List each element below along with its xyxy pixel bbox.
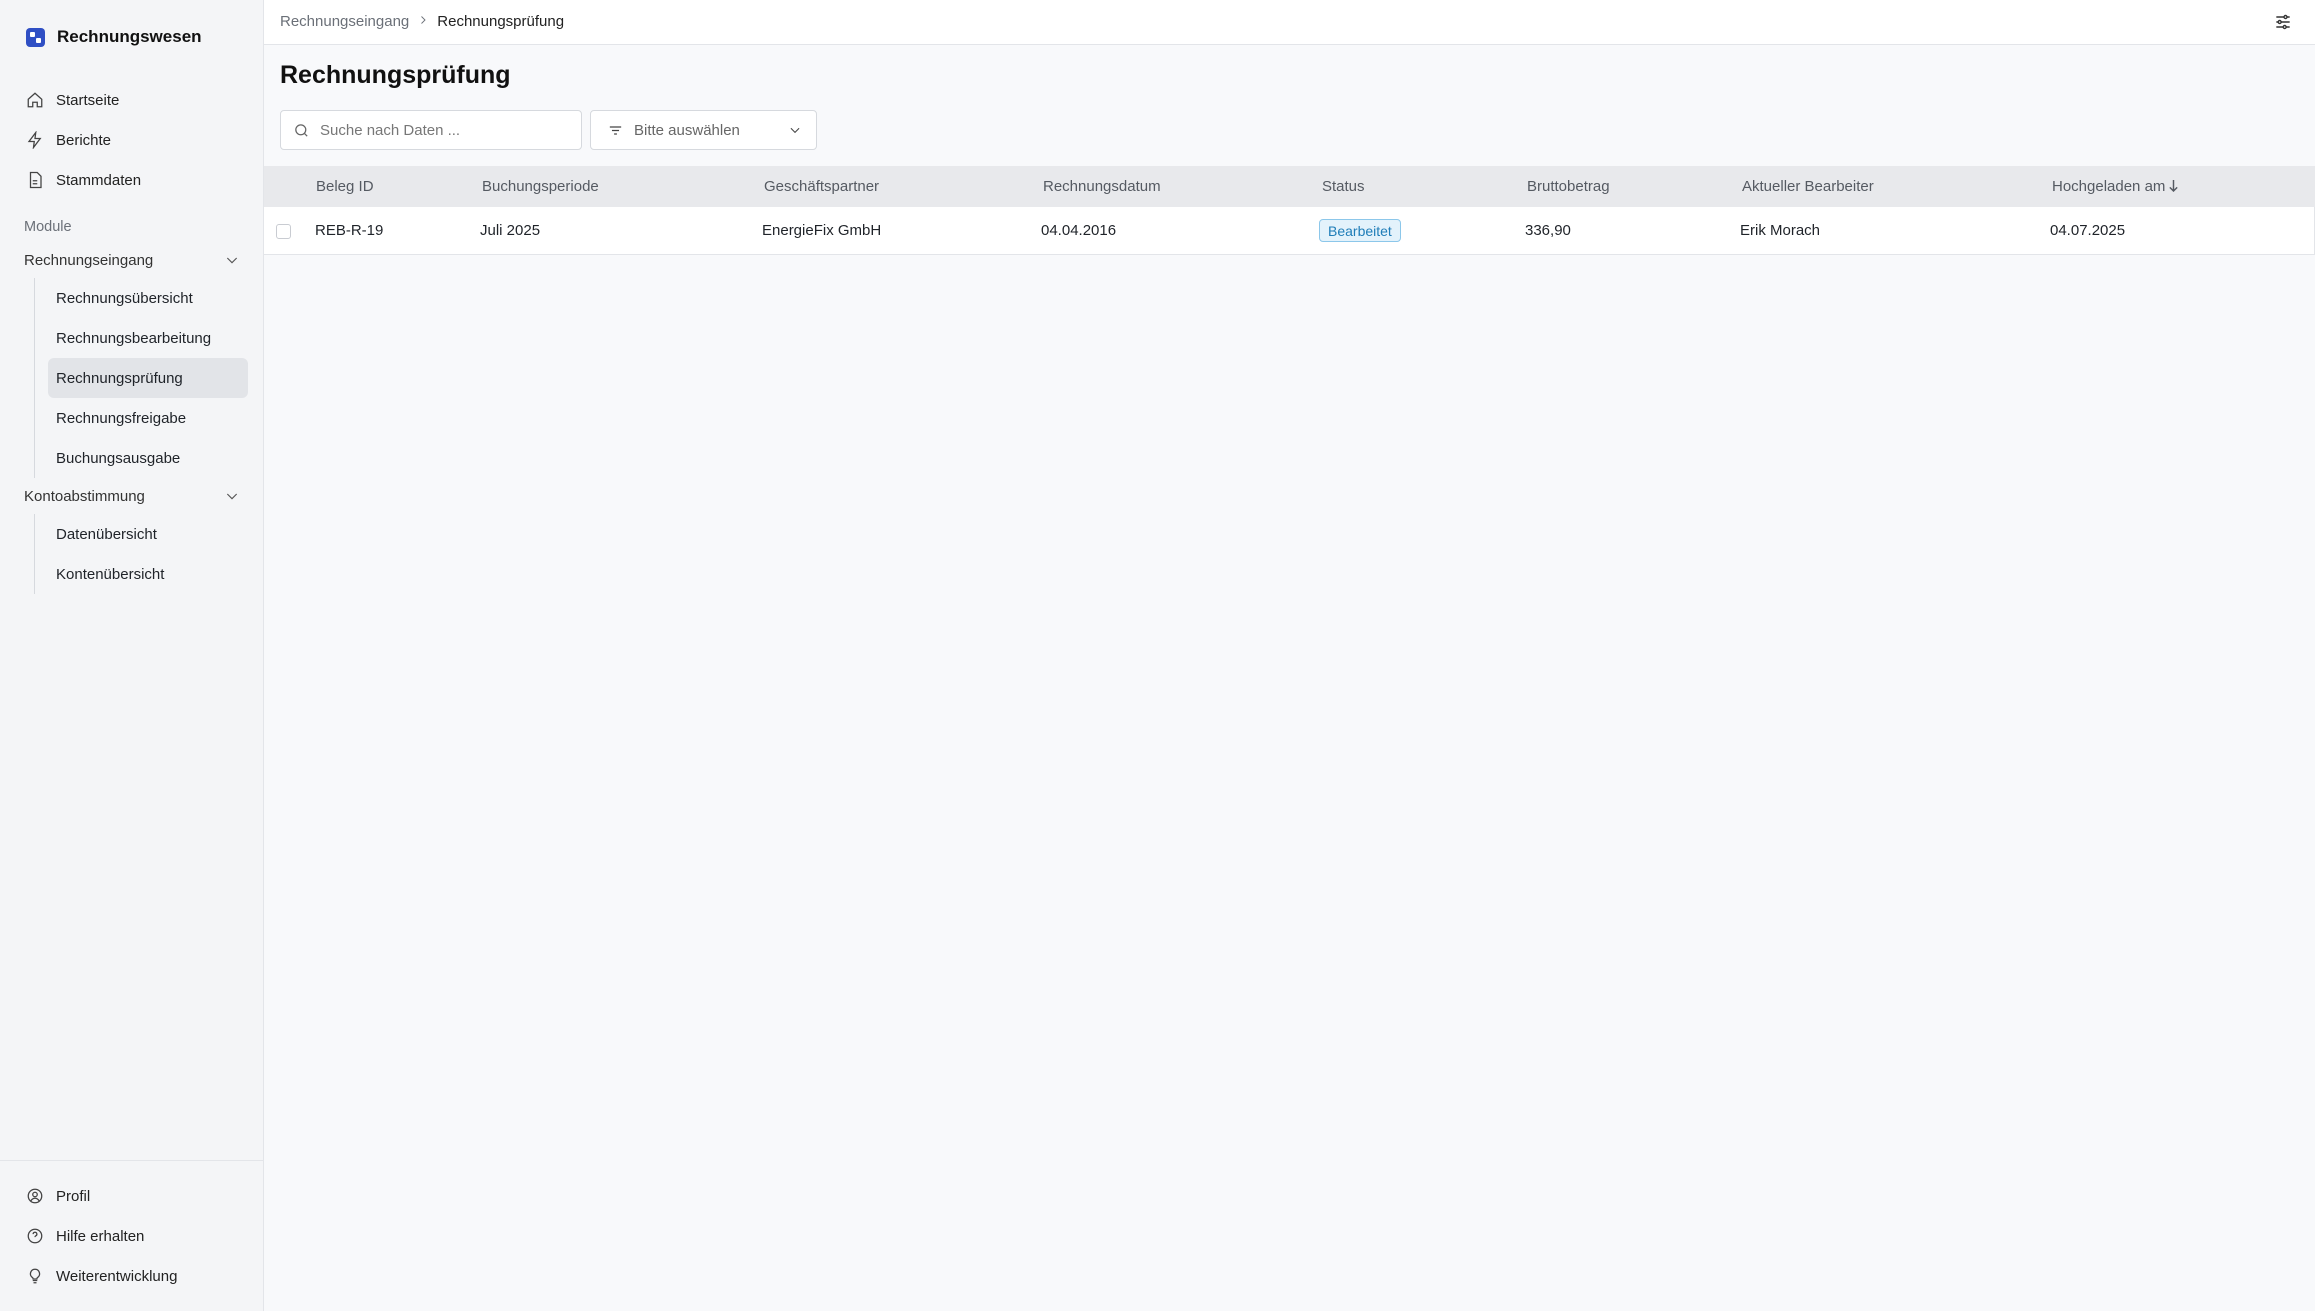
group-header-rechnungseingang[interactable]: Rechnungseingang	[24, 245, 240, 275]
nav-item-profil[interactable]: Profil	[14, 1176, 250, 1216]
column-header-beleg-id[interactable]: Beleg ID	[316, 178, 374, 195]
document-icon	[29, 171, 42, 189]
nav-item-label: Stammdaten	[56, 171, 142, 189]
home-icon	[27, 92, 43, 108]
column-header-hochgeladen-am[interactable]: Hochgeladen am	[2052, 178, 2179, 195]
brand[interactable]: Rechnungswesen	[26, 27, 202, 47]
group-label: Kontoabstimmung	[24, 487, 145, 505]
chevron-down-icon	[226, 493, 238, 500]
main-nav: Startseite Berichte Stammdaten	[14, 80, 250, 200]
nav-item-weiterentwicklung[interactable]: Weiterentwicklung	[14, 1256, 250, 1296]
row-checkbox[interactable]	[276, 224, 291, 239]
cell-bruttobetrag: 336,90	[1525, 222, 1571, 239]
sliders-icon	[2276, 14, 2290, 30]
sub-list-kontoabstimmung: Datenübersicht Kontenübersicht	[34, 514, 248, 594]
nav-item-label: Profil	[56, 1187, 91, 1205]
sidebar-item-rechnungsfreigabe[interactable]: Rechnungsfreigabe	[48, 398, 248, 438]
filter-icon	[609, 125, 622, 135]
group-label: Rechnungseingang	[24, 251, 154, 269]
cell-rechnungsdatum: 04.04.2016	[1041, 222, 1117, 239]
search-input[interactable]	[320, 121, 560, 139]
nav-item-stammdaten[interactable]: Stammdaten	[14, 160, 250, 200]
breadcrumb-current: Rechnungsprüfung	[437, 13, 565, 30]
invoice-table: Beleg ID Buchungsperiode Geschäftspartne…	[264, 166, 2315, 255]
cell-bearbeiter: Erik Morach	[1740, 222, 1821, 239]
cell-hochgeladen-am: 04.07.2025	[2050, 222, 2126, 239]
sidebar-item-kontenuebersicht[interactable]: Kontenübersicht	[48, 554, 248, 594]
sidebar-item-datenuebersicht[interactable]: Datenübersicht	[48, 514, 248, 554]
sidebar-item-buchungsausgabe[interactable]: Buchungsausgabe	[48, 438, 248, 478]
column-header-bearbeiter[interactable]: Aktueller Bearbeiter	[1742, 178, 1874, 195]
help-circle-icon	[27, 1228, 43, 1244]
chevron-down-icon	[790, 127, 800, 134]
column-header-bruttobetrag[interactable]: Bruttobetrag	[1527, 178, 1610, 195]
column-header-rechnungsdatum[interactable]: Rechnungsdatum	[1043, 178, 1161, 195]
nav-item-berichte[interactable]: Berichte	[14, 120, 250, 160]
cell-buchungsperiode: Juli 2025	[480, 222, 541, 239]
table-header: Beleg ID Buchungsperiode Geschäftspartne…	[264, 166, 2315, 207]
sidebar: Rechnungswesen Startseite Berichte Stamm…	[0, 0, 264, 1311]
app-title: Rechnungswesen	[57, 27, 202, 46]
sidebar-item-rechnungsbearbeitung[interactable]: Rechnungsbearbeitung	[48, 318, 248, 358]
chevron-right-icon	[417, 13, 429, 30]
nav-item-startseite[interactable]: Startseite	[14, 80, 250, 120]
column-header-label: Hochgeladen am	[2052, 178, 2166, 195]
top-bar: Rechnungseingang Rechnungsprüfung	[264, 0, 2315, 45]
user-circle-icon	[27, 1188, 43, 1204]
column-header-status[interactable]: Status	[1322, 178, 1365, 195]
status-badge: Bearbeitet	[1319, 219, 1401, 242]
sidebar-divider	[0, 1160, 264, 1161]
cell-beleg-id: REB-R-19	[315, 222, 384, 239]
breadcrumb: Rechnungseingang Rechnungsprüfung	[280, 13, 564, 30]
lightning-icon	[27, 131, 42, 149]
sub-list-rechnungseingang: Rechnungsübersicht Rechnungsbearbeitung …	[34, 278, 248, 478]
search-box[interactable]	[280, 110, 582, 150]
cell-geschaeftspartner: EnergieFix GmbH	[762, 222, 882, 239]
logo-icon	[26, 27, 45, 47]
column-header-geschaeftspartner[interactable]: Geschäftspartner	[764, 178, 879, 195]
nav-item-label: Berichte	[56, 131, 112, 149]
nav-item-label: Weiterentwicklung	[56, 1267, 178, 1285]
chevron-down-icon	[226, 257, 238, 264]
sidebar-item-rechnungspruefung[interactable]: Rechnungsprüfung	[48, 358, 248, 398]
bottom-nav: Profil Hilfe erhalten Weiterentwicklung	[14, 1176, 250, 1296]
page-title: Rechnungsprüfung	[280, 61, 511, 89]
lightbulb-icon	[29, 1268, 41, 1284]
nav-item-label: Hilfe erhalten	[56, 1227, 145, 1245]
nav-item-label: Startseite	[56, 91, 120, 109]
breadcrumb-parent[interactable]: Rechnungseingang	[280, 13, 409, 30]
table-row[interactable]: REB-R-19 Juli 2025 EnergieFix GmbH 04.04…	[264, 207, 2315, 255]
search-icon	[295, 123, 308, 137]
filter-select-value: Bitte auswählen	[634, 121, 740, 139]
sort-descending-icon	[2168, 179, 2179, 193]
nav-item-hilfe[interactable]: Hilfe erhalten	[14, 1216, 250, 1256]
settings-button[interactable]	[2273, 12, 2295, 34]
section-label-module: Module	[24, 219, 72, 235]
filter-select[interactable]: Bitte auswählen	[590, 110, 817, 150]
sidebar-item-rechnungsuebersicht[interactable]: Rechnungsübersicht	[48, 278, 248, 318]
group-header-kontoabstimmung[interactable]: Kontoabstimmung	[24, 481, 240, 511]
column-header-buchungsperiode[interactable]: Buchungsperiode	[482, 178, 599, 195]
